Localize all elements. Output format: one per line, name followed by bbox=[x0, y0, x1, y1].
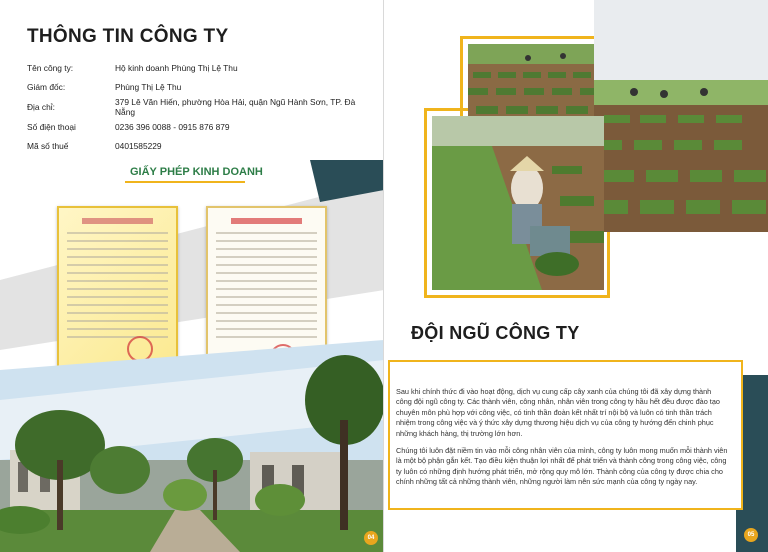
info-label: Tên công ty: bbox=[27, 62, 74, 73]
team-paragraph: Sau khi chính thức đi vào hoạt động, dịc… bbox=[396, 387, 720, 438]
certificate-text-lines bbox=[67, 218, 168, 356]
page-number-badge: 05 bbox=[744, 528, 758, 542]
sod-harvest-photo bbox=[594, 0, 768, 232]
team-description: Sau khi chính thức đi vào hoạt động, dịc… bbox=[396, 387, 728, 495]
page-number-badge: 04 bbox=[364, 531, 378, 545]
right-page: ĐỘI NGŨ CÔNG TY Sau khi chính thức đi và… bbox=[384, 0, 768, 552]
info-value: 0401585229 bbox=[115, 141, 162, 152]
info-value: Hộ kinh doanh Phùng Thị Lệ Thu bbox=[115, 62, 238, 73]
info-row-name: Tên công ty: Hộ kinh doanh Phùng Thị Lệ … bbox=[27, 58, 377, 78]
info-label: Địa chỉ: bbox=[27, 101, 55, 112]
info-row-address: Địa chỉ: 379 Lê Văn Hiến, phường Hòa Hải… bbox=[27, 97, 377, 117]
info-value: 379 Lê Văn Hiến, phường Hòa Hải, quận Ng… bbox=[115, 96, 356, 117]
info-row-director: Giám đốc: Phùng Thị Lệ Thu bbox=[27, 78, 377, 98]
worker-photo bbox=[432, 116, 604, 290]
info-row-tax-code: Mã số thuế 0401585229 bbox=[27, 136, 377, 156]
certificate-text-lines bbox=[216, 218, 317, 356]
info-label: Giám đốc: bbox=[27, 82, 66, 93]
business-license-title: GIẤY PHÉP KINH DOANH bbox=[130, 166, 263, 178]
info-value: 0236 396 0088 - 0915 876 879 bbox=[115, 121, 230, 132]
team-paragraph: Chúng tôi luôn đặt niềm tin vào mỗi công… bbox=[396, 446, 728, 487]
title-underline bbox=[125, 181, 245, 183]
resort-garden-photo bbox=[0, 340, 384, 552]
info-label: Mã số thuế bbox=[27, 141, 69, 152]
company-info-title: THÔNG TIN CÔNG TY bbox=[27, 26, 229, 47]
company-info-list: Tên công ty: Hộ kinh doanh Phùng Thị Lệ … bbox=[27, 58, 377, 156]
info-label: Số điện thoại bbox=[27, 121, 76, 132]
team-title: ĐỘI NGŨ CÔNG TY bbox=[411, 323, 580, 343]
info-value: Phùng Thị Lệ Thu bbox=[115, 82, 182, 93]
left-page: THÔNG TIN CÔNG TY Tên công ty: Hộ kinh d… bbox=[0, 0, 384, 552]
info-row-phone: Số điện thoại 0236 396 0088 - 0915 876 8… bbox=[27, 117, 377, 137]
